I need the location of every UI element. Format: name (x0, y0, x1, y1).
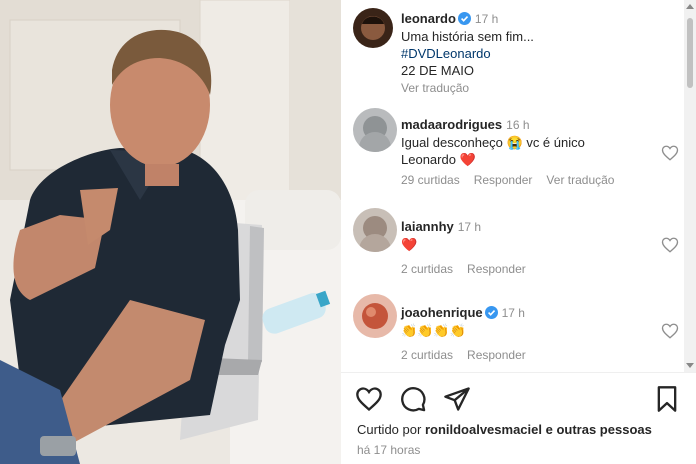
liked-by-prefix: Curtido por (357, 422, 422, 437)
caption-line: Uma história sem fim... (401, 29, 534, 44)
comment-username[interactable]: joaohenrique (401, 305, 483, 320)
post-username[interactable]: leonardo (401, 11, 456, 26)
hashtag-link[interactable]: #DVDLeonardo (401, 46, 491, 61)
verified-badge-icon (484, 306, 498, 319)
see-translation-link[interactable]: Ver tradução (546, 173, 614, 187)
comment-username[interactable]: madaarodrigues (401, 117, 502, 132)
comment-text: Igual desconheço 😭 vc é único (401, 135, 585, 150)
liked-by-user-link[interactable]: ronildoalvesmaciel (425, 422, 542, 437)
comment-likes-count[interactable]: 2 curtidas (401, 348, 453, 362)
comment-actions: 2 curtidas Responder (401, 261, 653, 278)
comment-username[interactable]: laiannhy (401, 219, 454, 234)
comment-time: 17 h (501, 306, 525, 320)
comment-time: 17 h (457, 220, 482, 234)
caption-date: 22 DE MAIO (401, 63, 474, 78)
reply-button[interactable]: Responder (467, 262, 526, 276)
see-translation-link[interactable]: Ver tradução (401, 81, 469, 95)
post-details-panel: leonardo 17 h Uma história sem fim... #DV… (341, 0, 696, 464)
post-age: há 17 horas (357, 443, 421, 457)
comment-text: Leonardo ❤️ (401, 152, 476, 167)
liked-by-others-link[interactable]: e outras pessoas (546, 422, 652, 437)
avatar[interactable] (353, 8, 393, 48)
post-action-bar (355, 385, 685, 415)
post-time: 17 h (474, 12, 499, 26)
speech-bubble-icon[interactable] (399, 385, 427, 413)
heart-outline-icon[interactable] (661, 322, 679, 340)
heart-outline-icon[interactable] (661, 144, 679, 162)
comments-list[interactable]: leonardo 17 h Uma história sem fim... #DV… (341, 0, 682, 372)
video-frame-image (0, 0, 341, 464)
comment-time: 16 h (506, 118, 530, 132)
comments-scrollbar[interactable] (684, 0, 696, 372)
avatar[interactable] (353, 294, 397, 338)
reply-button[interactable]: Responder (467, 348, 526, 362)
scroll-up-arrow-icon[interactable] (686, 4, 694, 9)
comment-text: 👏👏👏👏 (401, 323, 466, 338)
comment-actions: 29 curtidas Responder Ver tradução (401, 172, 653, 189)
comment-text: ❤️ (401, 237, 418, 252)
scroll-down-arrow-icon[interactable] (686, 363, 694, 368)
comment-likes-count[interactable]: 29 curtidas (401, 173, 460, 187)
comment-likes-count[interactable]: 2 curtidas (401, 262, 453, 276)
avatar[interactable] (353, 208, 397, 252)
liked-by-text: Curtido por ronildoalvesmaciel e outras … (357, 422, 652, 437)
paper-plane-icon[interactable] (443, 385, 471, 413)
verified-badge-icon (457, 12, 471, 25)
comment-actions: 2 curtidas Responder (401, 347, 653, 364)
post-media[interactable] (0, 0, 341, 464)
scrollbar-thumb[interactable] (687, 18, 693, 88)
divider (341, 372, 696, 373)
reply-button[interactable]: Responder (474, 173, 533, 187)
heart-outline-icon[interactable] (661, 236, 679, 254)
heart-outline-icon[interactable] (355, 385, 383, 413)
avatar[interactable] (353, 108, 397, 152)
bookmark-icon[interactable] (653, 385, 681, 413)
